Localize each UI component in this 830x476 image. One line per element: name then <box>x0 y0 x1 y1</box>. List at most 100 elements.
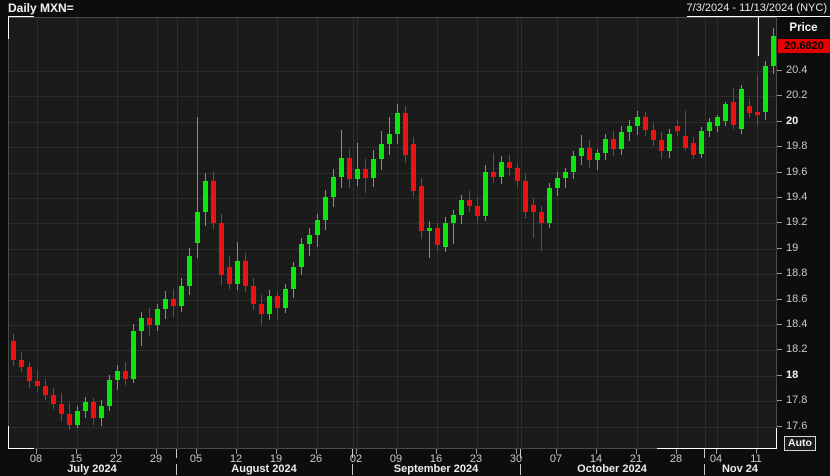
candle-body <box>331 177 336 197</box>
candle-body <box>131 331 136 379</box>
candle-body <box>227 267 232 284</box>
candle-body <box>427 228 432 232</box>
price-tick-label: 19.2 <box>786 216 807 228</box>
price-tick-label: 18 <box>786 369 798 381</box>
candle-body <box>659 140 664 151</box>
price-gridline <box>9 427 778 428</box>
price-gridline <box>9 401 778 402</box>
candle-body <box>387 134 392 144</box>
price-gridline <box>9 350 778 351</box>
price-tick-mark <box>777 324 782 325</box>
price-tick-mark <box>777 400 782 401</box>
date-gridline <box>557 18 558 450</box>
price-header-highlight-left <box>758 16 759 56</box>
candle-body <box>643 117 648 130</box>
price-tick-mark <box>777 375 782 376</box>
price-tick-label: 18.6 <box>786 293 807 305</box>
date-tick-label: 05 <box>190 453 202 465</box>
candle-body <box>635 117 640 126</box>
candle-body <box>115 371 120 380</box>
price-tick-mark <box>777 426 782 427</box>
candle-body <box>275 296 280 307</box>
date-gridline <box>597 18 598 450</box>
price-tick-label: 18.2 <box>786 343 807 355</box>
price-axis-title: Price <box>777 22 830 34</box>
date-gridline <box>237 18 238 450</box>
candle-body <box>667 134 672 152</box>
price-tick-label: 18.4 <box>786 318 807 330</box>
candle-body <box>219 223 224 275</box>
candle-body <box>251 286 256 304</box>
candle-body <box>307 235 312 244</box>
price-tick-label: 19.4 <box>786 191 807 203</box>
candle-body <box>555 178 560 188</box>
price-tick-mark <box>777 70 782 71</box>
month-boundary-tick <box>352 449 353 458</box>
month-separator <box>352 464 353 475</box>
candle-body <box>355 169 360 179</box>
candle-body <box>499 162 504 177</box>
month-separator <box>176 464 177 475</box>
candle-body <box>43 386 48 395</box>
month-separator <box>704 464 705 475</box>
candle-body <box>59 404 64 414</box>
date-gridline <box>157 18 158 450</box>
candle-body <box>707 122 712 131</box>
candle-body <box>595 153 600 161</box>
candle-body <box>771 36 776 67</box>
candle-body <box>579 148 584 157</box>
price-gridline <box>9 300 778 301</box>
corner-bracket-top-left-h <box>8 16 34 17</box>
price-tick-label: 19.8 <box>786 140 807 152</box>
corner-bracket-bottom-left-h <box>8 448 34 449</box>
price-gridline <box>9 71 778 72</box>
candle-body <box>107 380 112 405</box>
price-tick-label: 20 <box>786 115 798 127</box>
candle-body <box>259 304 264 314</box>
price-gridline <box>9 325 778 326</box>
month-label: October 2024 <box>577 463 647 475</box>
candle-body <box>755 112 760 115</box>
candle-body <box>339 158 344 177</box>
candle-body <box>299 244 304 267</box>
month-gridline <box>177 18 178 450</box>
candle-body <box>483 172 488 216</box>
candle-body <box>323 197 328 220</box>
candle-body <box>163 299 168 309</box>
candle-body <box>155 309 160 326</box>
candle-body <box>67 414 72 424</box>
price-gridline <box>9 198 778 199</box>
candle-body <box>699 131 704 154</box>
auto-scale-button[interactable]: Auto <box>784 436 816 451</box>
candle-body <box>347 158 352 180</box>
candle-body <box>187 256 192 286</box>
price-tick-mark <box>777 146 782 147</box>
candlestick-plot-area[interactable] <box>8 17 777 449</box>
candle-body <box>763 66 768 112</box>
candle-body <box>235 261 240 284</box>
price-tick-mark <box>777 222 782 223</box>
candle-body <box>203 181 208 213</box>
candle-body <box>35 381 40 386</box>
candle-body <box>139 318 144 331</box>
candle-body <box>147 318 152 326</box>
candle-body <box>51 395 56 404</box>
candle-body <box>243 261 248 286</box>
candle-body <box>531 205 536 213</box>
month-gridline <box>705 18 706 450</box>
candle-body <box>27 367 32 381</box>
date-gridline <box>717 18 718 450</box>
price-tick-mark <box>777 299 782 300</box>
date-tick-label: 26 <box>310 453 322 465</box>
candle-body <box>651 130 656 140</box>
price-tick-label: 18.8 <box>786 267 807 279</box>
price-tick-mark <box>777 273 782 274</box>
month-label: September 2024 <box>394 463 478 475</box>
month-gridline <box>521 18 522 450</box>
candle-body <box>747 106 752 114</box>
price-tick-mark <box>777 197 782 198</box>
candle-body <box>395 113 400 133</box>
price-gridline <box>9 274 778 275</box>
candle-body <box>603 139 608 153</box>
candle-body <box>291 267 296 289</box>
